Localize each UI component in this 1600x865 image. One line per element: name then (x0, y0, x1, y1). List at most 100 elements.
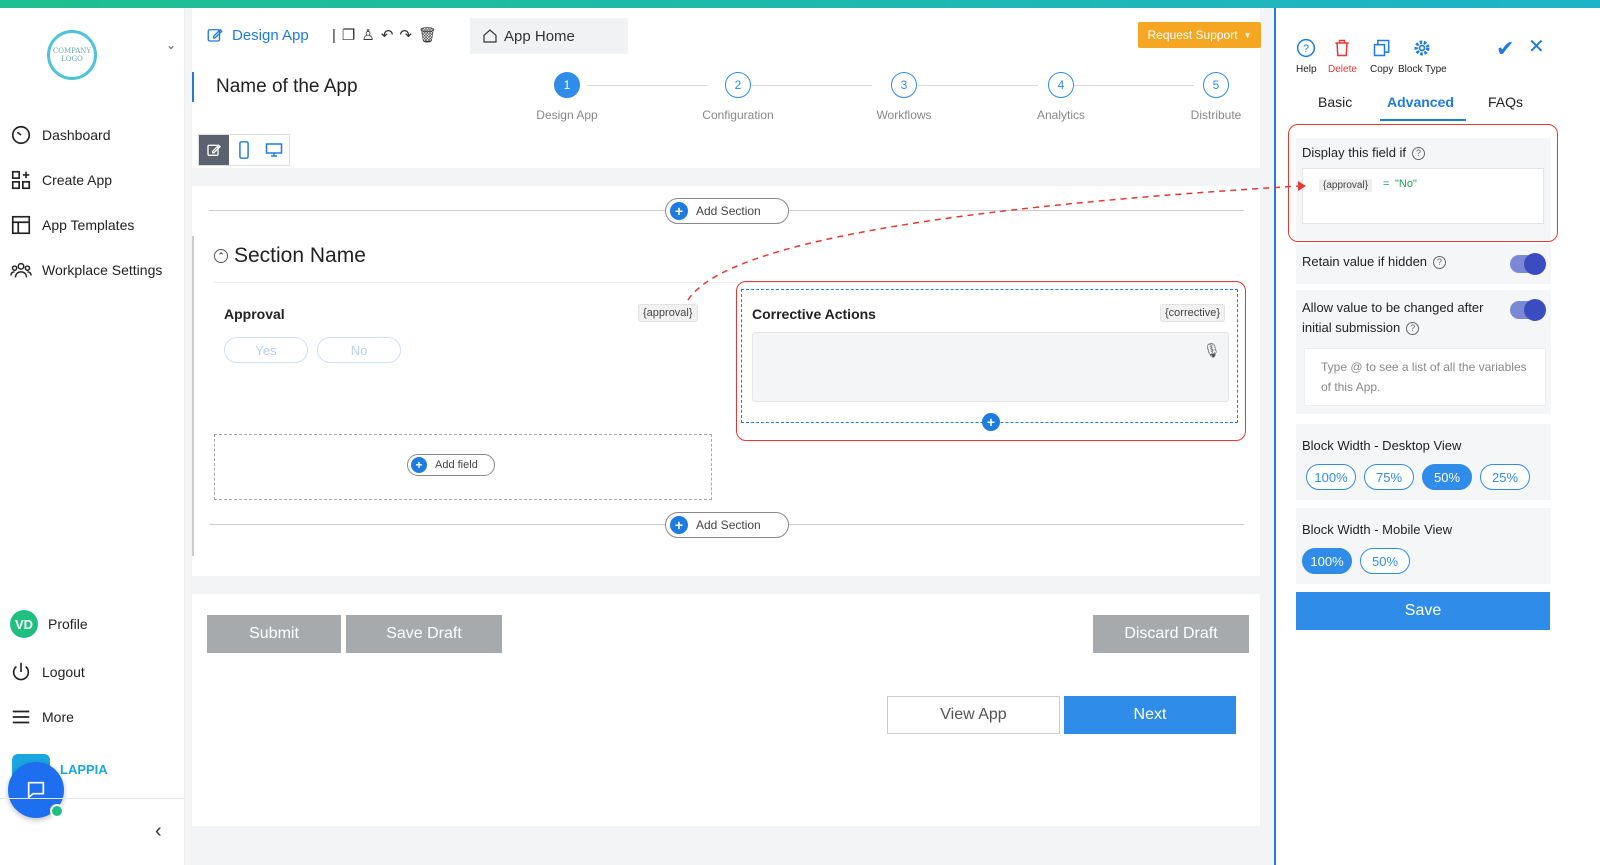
tab-advanced[interactable]: Advanced (1387, 94, 1454, 110)
top-accent-bar (0, 0, 1600, 8)
desktop-width-75[interactable]: 75% (1364, 464, 1414, 490)
help-button[interactable]: ? Help (1296, 38, 1317, 75)
canvas-gutter (192, 168, 1260, 186)
undo-icon[interactable]: ↶ (381, 26, 394, 44)
main-area: Design App | ❐ ♙ ↶ ↷ 🗑 App Home Request … (192, 8, 1261, 865)
save-button[interactable]: Save (1296, 592, 1550, 630)
variable-hint-input[interactable]: Type @ to see a list of all the variable… (1304, 348, 1546, 406)
trash-icon[interactable]: 🗑 (418, 26, 437, 44)
add-section-label: Add Section (696, 204, 761, 218)
next-button[interactable]: Next (1064, 696, 1236, 734)
divider (0, 798, 185, 799)
desktop-width-100[interactable]: 100% (1306, 464, 1356, 490)
redo-icon[interactable]: ↷ (399, 26, 412, 44)
user-add-icon[interactable]: ♙ (361, 26, 374, 44)
confirm-check-icon[interactable]: ✔ (1496, 36, 1514, 62)
mobile-width-100[interactable]: 100% (1302, 548, 1352, 574)
microphone-icon[interactable]: 🎙 (1203, 342, 1221, 359)
tab-faqs[interactable]: FAQs (1488, 94, 1523, 110)
properties-panel: ? Help Delete Copy Block Type ✔ ✕ Basic … (1274, 8, 1600, 865)
step-configuration[interactable]: 2 Configuration (688, 72, 788, 122)
save-draft-button[interactable]: Save Draft (346, 615, 502, 653)
online-status-dot (50, 804, 64, 818)
add-section-button[interactable]: + Add Section (665, 512, 789, 538)
avatar: VD (10, 610, 38, 638)
yes-option[interactable]: Yes (224, 337, 308, 363)
no-option[interactable]: No (317, 337, 401, 363)
step-design-app[interactable]: 1 Design App (517, 72, 617, 122)
allow-change-toggle[interactable] (1510, 299, 1546, 321)
copy-icon[interactable]: ❐ (342, 26, 355, 44)
step-workflows[interactable]: 3 Workflows (854, 72, 954, 122)
canvas-gutter (192, 576, 1260, 594)
svg-text:?: ? (1303, 43, 1309, 55)
add-field-button[interactable]: + Add field (407, 454, 495, 476)
step-label: Configuration (702, 108, 774, 122)
corrective-actions-label[interactable]: Corrective Actions (752, 306, 876, 322)
sidebar-item-label: App Templates (42, 217, 135, 233)
edit-view-button[interactable] (199, 135, 229, 165)
edit-icon (207, 144, 221, 156)
step-analytics[interactable]: 4 Analytics (1011, 72, 1111, 122)
collapse-sidebar-icon[interactable]: ‹ (155, 820, 162, 843)
step-number: 2 (725, 72, 751, 98)
step-label: Design App (536, 108, 598, 122)
step-number: 3 (891, 72, 917, 98)
corrective-actions-input[interactable] (752, 332, 1229, 402)
sidebar-item-workplace-settings[interactable]: Workplace Settings (10, 259, 162, 281)
add-section-button[interactable]: + Add Section (665, 198, 789, 224)
section-title[interactable]: ⌃ Section Name (214, 244, 366, 268)
allow-change-label: Allow value to be changed after initial … (1302, 298, 1502, 338)
view-toggle (198, 134, 290, 166)
home-icon (483, 29, 497, 43)
separator: | (332, 26, 336, 44)
discard-draft-button[interactable]: Discard Draft (1093, 615, 1249, 653)
grid-plus-icon (11, 170, 31, 190)
view-app-button[interactable]: View App (887, 696, 1060, 734)
desktop-width-label: Block Width - Desktop View (1302, 438, 1462, 453)
app-name-title[interactable]: Name of the App (192, 72, 358, 102)
sidebar-item-logout[interactable]: Logout (10, 661, 85, 683)
delete-button[interactable]: Delete (1328, 38, 1357, 75)
section-name-text: Section Name (234, 244, 366, 267)
approval-field-label[interactable]: Approval (224, 306, 285, 322)
sidebar-item-app-templates[interactable]: App Templates (10, 214, 134, 236)
company-logo[interactable]: COMPANY LOGO (47, 30, 97, 80)
submit-button[interactable]: Submit (207, 615, 341, 653)
close-icon[interactable]: ✕ (1528, 34, 1545, 59)
sidebar-item-label: Workplace Settings (42, 262, 163, 278)
help-circle-icon[interactable]: ? (1433, 256, 1447, 270)
condition-variable-chip: {approval} (1319, 179, 1373, 192)
app-home-label: App Home (504, 27, 575, 45)
layout-icon (11, 215, 31, 235)
tab-design-app[interactable]: Design App (206, 26, 309, 44)
trash-icon (1335, 39, 1350, 57)
chevron-down-icon[interactable]: ⌄ (166, 38, 176, 52)
add-below-plus-icon[interactable]: + (982, 413, 1000, 431)
step-distribute[interactable]: 5 Distribute (1166, 72, 1266, 122)
step-number: 4 (1048, 72, 1074, 98)
help-circle-icon[interactable]: ? (1412, 147, 1426, 161)
block-type-button[interactable]: Block Type (1398, 38, 1447, 75)
tab-label: Design App (232, 26, 309, 44)
sidebar-item-dashboard[interactable]: Dashboard (10, 124, 111, 146)
desktop-view-button[interactable] (259, 135, 289, 165)
tab-basic[interactable]: Basic (1318, 94, 1352, 110)
copy-button[interactable]: Copy (1370, 38, 1393, 75)
mobile-width-50[interactable]: 50% (1360, 548, 1410, 574)
sidebar-item-create-app[interactable]: Create App (10, 169, 112, 191)
sidebar-item-label: Logout (42, 664, 85, 680)
condition-input[interactable]: {approval} = "No" (1302, 168, 1544, 224)
add-section-label: Add Section (696, 518, 761, 532)
sidebar-item-more[interactable]: More (10, 706, 74, 728)
chevron-up-icon[interactable]: ⌃ (214, 249, 228, 263)
help-circle-icon[interactable]: ? (1406, 322, 1420, 336)
main-footer-gutter (192, 826, 1260, 865)
retain-toggle[interactable] (1510, 253, 1546, 275)
desktop-width-25[interactable]: 25% (1480, 464, 1530, 490)
sidebar-item-profile[interactable]: VD Profile (10, 610, 88, 638)
mobile-view-button[interactable] (229, 135, 259, 165)
request-support-button[interactable]: Request Support ▼ (1138, 22, 1261, 48)
app-home-button[interactable]: App Home (470, 18, 628, 54)
desktop-width-50[interactable]: 50% (1422, 464, 1472, 490)
